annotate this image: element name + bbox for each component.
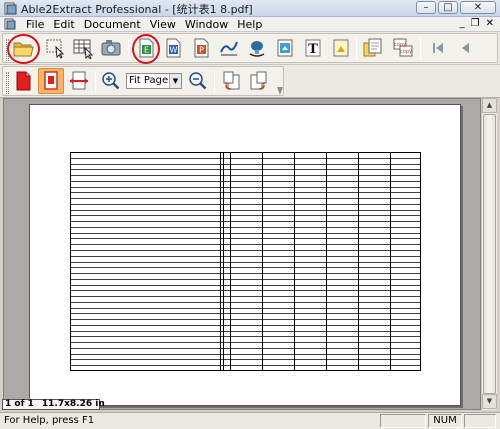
- fit-page-icon: [44, 71, 58, 90]
- copy-icon: copy copy: [393, 38, 413, 57]
- first-page-icon: [433, 43, 443, 53]
- zoom-in-icon: [102, 72, 120, 90]
- copy-to-clipboard-button[interactable]: copy copy: [390, 35, 416, 61]
- batch-icon: [363, 38, 382, 57]
- toolbar-separator: [214, 71, 215, 93]
- table-border: [70, 152, 421, 371]
- document-viewport[interactable]: [3, 98, 481, 410]
- vertical-scrollbar[interactable]: ▲ ▼: [481, 98, 497, 410]
- convert-to-publisher-button[interactable]: [244, 35, 270, 61]
- menu-file[interactable]: File: [26, 18, 44, 32]
- toolbar-separator: [420, 38, 421, 60]
- convert-to-html-button[interactable]: [272, 35, 298, 61]
- zoom-select[interactable]: Fit Page ▼: [126, 73, 182, 89]
- mdi-close-button[interactable]: ✕: [486, 18, 494, 30]
- menu-window[interactable]: Window: [185, 18, 228, 32]
- window-title: Able2Extract Professional - [统计表1 8.pdf]: [21, 3, 253, 16]
- rotate-right-icon: [250, 71, 267, 90]
- select-table-icon: [73, 39, 94, 59]
- toolbar-separator: [95, 71, 96, 93]
- fit-width-button[interactable]: [66, 68, 92, 94]
- status-help-text: For Help, press F1: [4, 415, 95, 426]
- convert-to-powerpoint-button[interactable]: P: [188, 35, 214, 61]
- toolbar-separator: [356, 38, 357, 60]
- status-bar: For Help, press F1 NUM: [0, 412, 500, 429]
- view-toolbar: Fit Page ▼: [0, 65, 500, 98]
- rotate-left-icon: [223, 71, 240, 90]
- convert-to-image-button[interactable]: [328, 35, 354, 61]
- zoom-value: Fit Page: [129, 75, 169, 86]
- status-panel-empty: [464, 414, 496, 428]
- toolbar-grip[interactable]: [6, 72, 9, 94]
- excel-icon: E: [139, 38, 154, 58]
- maximize-button[interactable]: □: [438, 1, 458, 14]
- scroll-up-icon[interactable]: ▲: [482, 98, 497, 113]
- main-toolbar: E W P T copy copy: [0, 32, 500, 65]
- menu-bar: File Edit Document View Window Help _ ❐ …: [0, 17, 500, 32]
- scroll-thumb[interactable]: [483, 114, 496, 394]
- convert-to-word-button[interactable]: W: [160, 35, 186, 61]
- rotate-left-button[interactable]: [218, 68, 244, 94]
- toolbar-separator: [128, 38, 129, 60]
- document-table: [70, 152, 421, 371]
- fit-width-icon: [70, 71, 88, 90]
- page-indicator: 1 of 1: [5, 399, 34, 409]
- document-menu-icon[interactable]: [4, 18, 16, 30]
- pdf-view-button[interactable]: [10, 68, 36, 94]
- snapshot-icon: [101, 40, 121, 56]
- num-lock-indicator: NUM: [428, 414, 462, 428]
- scroll-down-icon[interactable]: ▼: [482, 394, 497, 409]
- mdi-restore-button[interactable]: ❐: [471, 18, 480, 30]
- rotate-right-button[interactable]: [246, 68, 272, 94]
- select-table-button[interactable]: [70, 35, 96, 61]
- batch-convert-button[interactable]: [360, 35, 386, 61]
- title-bar: Able2Extract Professional - [统计表1 8.pdf]…: [0, 0, 500, 17]
- svg-text:P: P: [199, 46, 204, 55]
- select-area-icon: [46, 39, 65, 59]
- menu-view[interactable]: View: [150, 18, 176, 32]
- convert-to-autocad-button[interactable]: [216, 35, 242, 61]
- convert-to-text-button[interactable]: T: [300, 35, 326, 61]
- publisher-icon: [249, 41, 265, 57]
- previous-page-button[interactable]: [452, 35, 478, 61]
- svg-text:W: W: [170, 46, 178, 55]
- page-size: 11.7x8.26 in: [41, 399, 105, 409]
- convert-to-excel-button[interactable]: E: [133, 35, 159, 61]
- minimize-button[interactable]: –: [416, 1, 436, 14]
- toolbar-options-chevron[interactable]: [277, 87, 283, 95]
- first-page-button[interactable]: [425, 35, 451, 61]
- html-icon: [277, 39, 293, 57]
- menu-edit[interactable]: Edit: [53, 18, 74, 32]
- autocad-icon: [220, 41, 238, 56]
- image-icon: [333, 39, 349, 57]
- app-icon: [4, 2, 17, 15]
- menu-document[interactable]: Document: [84, 18, 141, 32]
- zoom-out-icon: [189, 72, 207, 90]
- previous-page-icon: [462, 43, 469, 53]
- svg-text:copy: copy: [394, 42, 406, 48]
- word-icon: W: [166, 38, 181, 58]
- fit-page-button[interactable]: [38, 68, 64, 94]
- powerpoint-icon: P: [194, 38, 209, 58]
- zoom-in-button[interactable]: [98, 68, 124, 94]
- select-area-button[interactable]: [42, 35, 68, 61]
- page-info-box: 1 of 1 11.7x8.26 in: [2, 399, 105, 410]
- open-icon: [13, 42, 34, 57]
- mdi-minimize-button[interactable]: _: [460, 18, 465, 30]
- pdf-page[interactable]: [29, 104, 461, 406]
- close-button[interactable]: ✕: [460, 1, 496, 14]
- status-panel-empty: [380, 414, 426, 428]
- menu-help[interactable]: Help: [237, 18, 262, 32]
- text-icon: T: [305, 39, 321, 57]
- zoom-out-button[interactable]: [185, 68, 211, 94]
- snapshot-button[interactable]: [98, 35, 124, 61]
- chevron-down-icon[interactable]: ▼: [169, 74, 181, 88]
- pdf-icon: [16, 71, 31, 91]
- open-button[interactable]: [10, 35, 36, 61]
- svg-text:T: T: [308, 42, 318, 57]
- svg-text:copy: copy: [400, 49, 412, 55]
- svg-text:E: E: [144, 46, 149, 55]
